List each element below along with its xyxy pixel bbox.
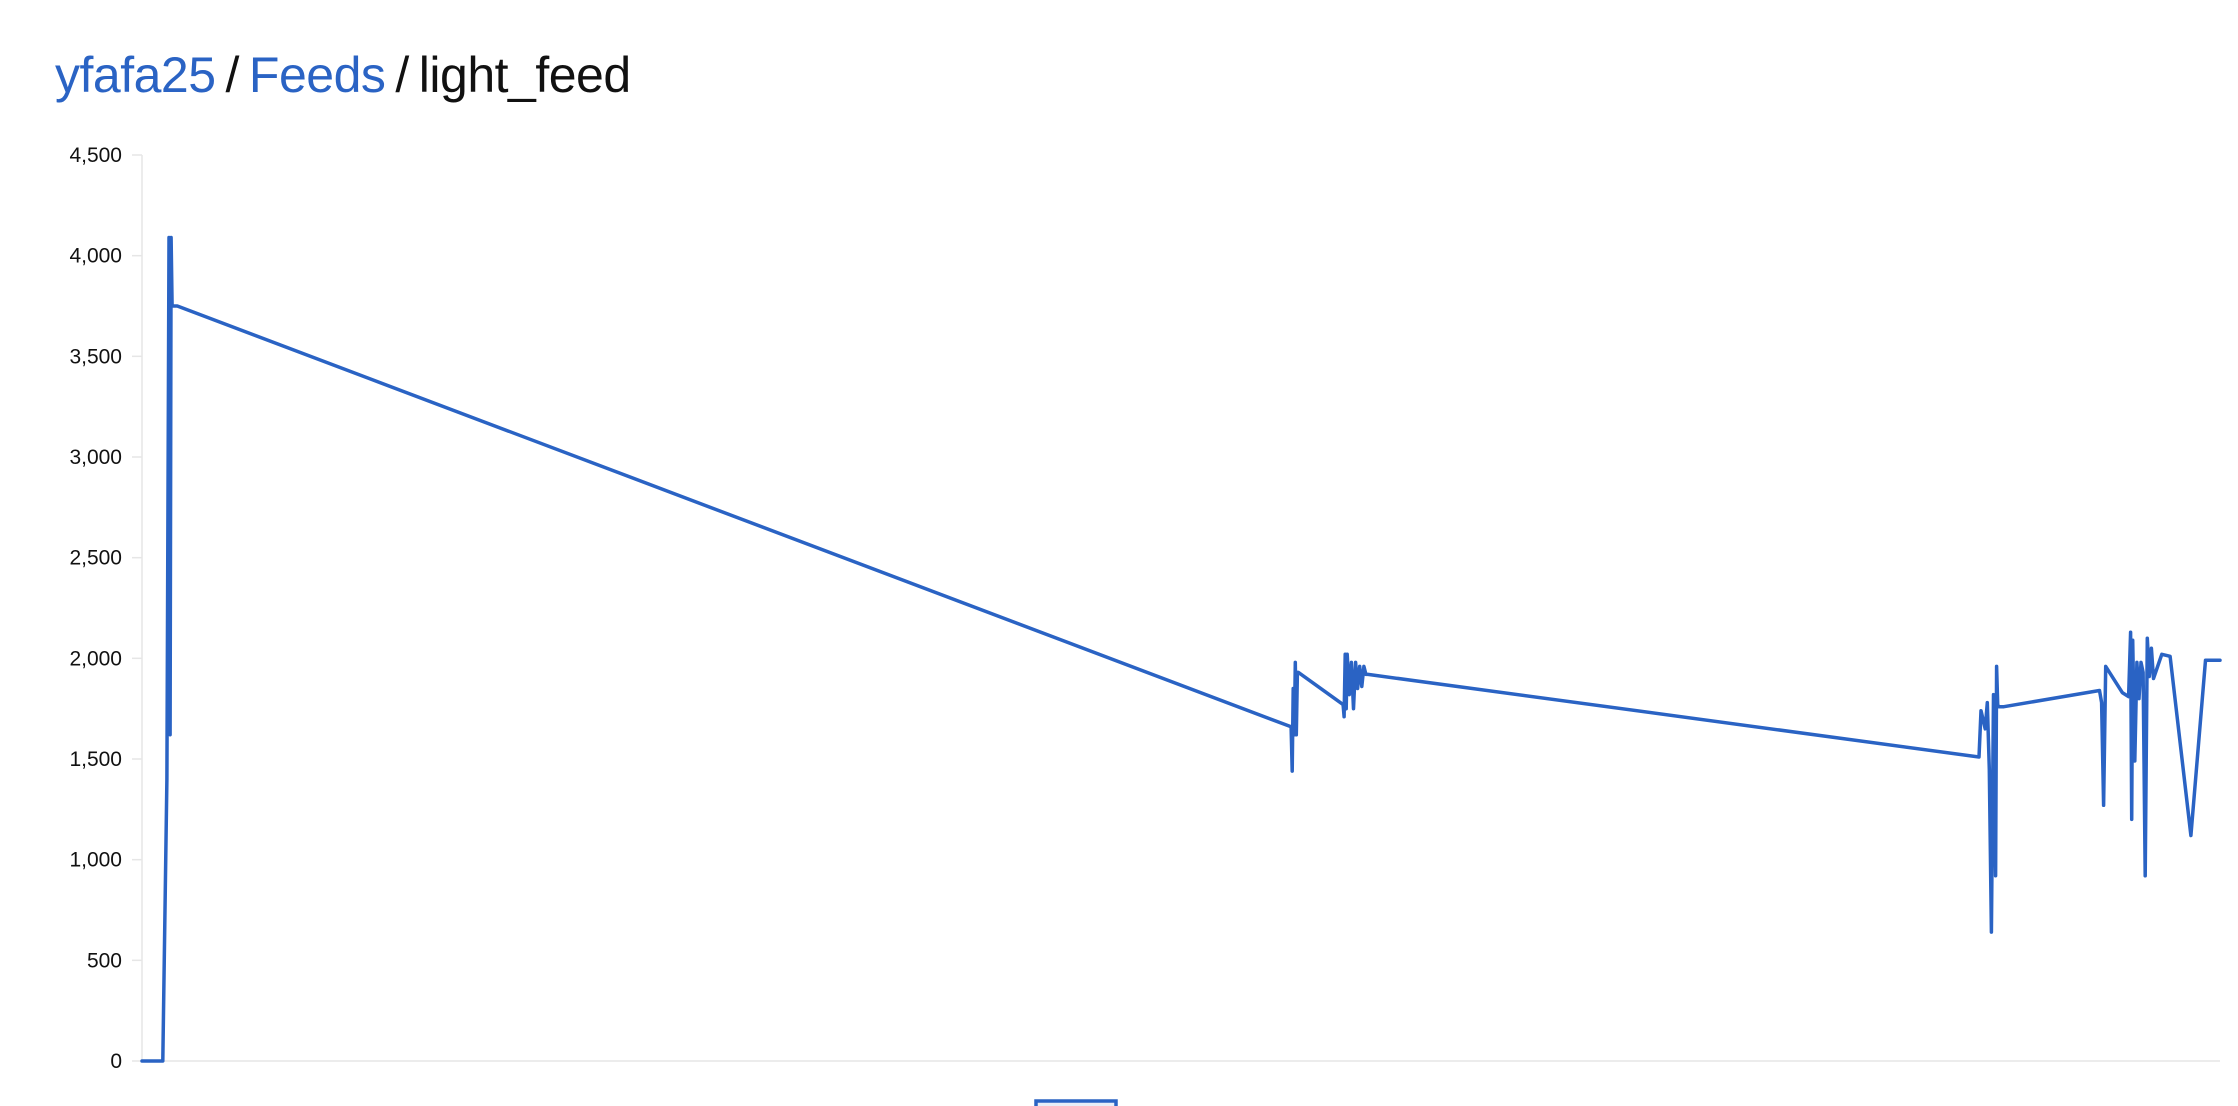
feed-page: yfafa25/Feeds / light_feed 0 500 1,000 1,500 2… <box>0 0 2238 1106</box>
y-tick-label: 3,500 <box>69 345 122 368</box>
y-tick-label: 2,000 <box>69 647 122 670</box>
series-line-light-feed <box>140 235 2222 1063</box>
y-tick-label: 0 <box>110 1050 122 1073</box>
chart-axes <box>141 155 2220 1062</box>
chart-series <box>140 235 2222 1063</box>
chart-legend[interactable]: light_feed <box>1034 1099 1230 1106</box>
feed-chart: 0 500 1,000 1,500 2,000 2,500 3,000 3,500 4,000 4… <box>0 0 2238 1106</box>
y-tick-label: 1,000 <box>69 849 122 872</box>
y-tick-label: 2,500 <box>69 547 122 570</box>
y-tick-label: 3,000 <box>69 446 122 469</box>
y-tick-label: 500 <box>87 949 122 972</box>
y-tick-label: 1,500 <box>69 748 122 771</box>
y-tick-label: 4,500 <box>69 144 122 167</box>
feed-chart-svg: 0 500 1,000 1,500 2,000 2,500 3,000 3,500 4,000 4… <box>69 144 2222 1106</box>
y-tick-label: 4,000 <box>69 245 122 268</box>
legend-swatch <box>1034 1099 1118 1106</box>
y-axis-ticks: 0 500 1,000 1,500 2,000 2,500 3,000 3,500 4,000 4… <box>69 144 142 1073</box>
